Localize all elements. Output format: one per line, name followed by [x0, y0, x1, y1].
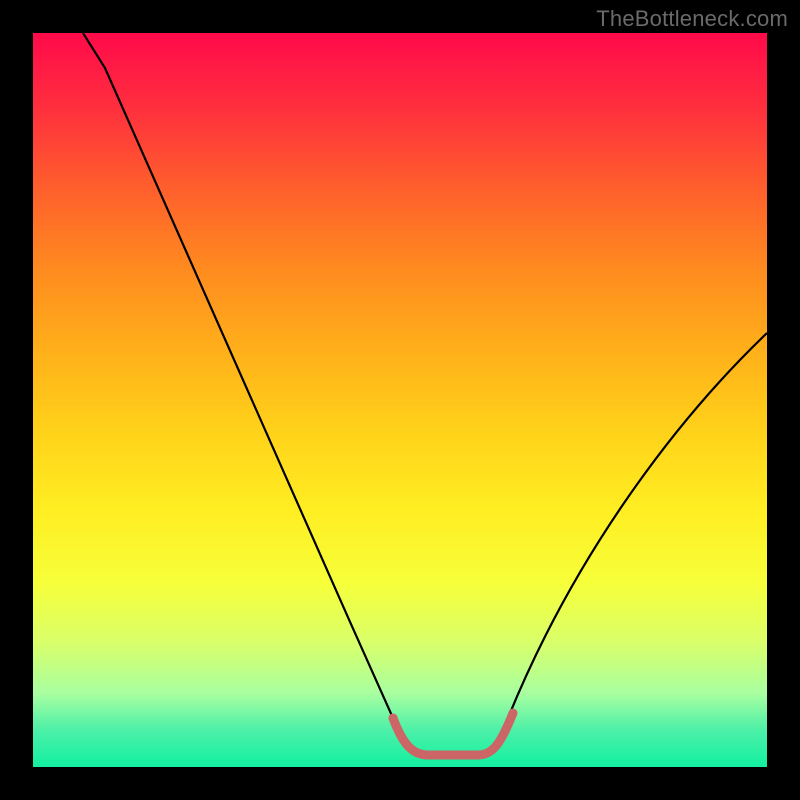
chart-frame: TheBottleneck.com — [0, 0, 800, 800]
bottleneck-curve — [83, 33, 767, 753]
plot-area — [33, 33, 767, 767]
flat-bottom-band — [393, 713, 513, 755]
curve-layer — [33, 33, 767, 767]
watermark-text: TheBottleneck.com — [596, 6, 788, 32]
